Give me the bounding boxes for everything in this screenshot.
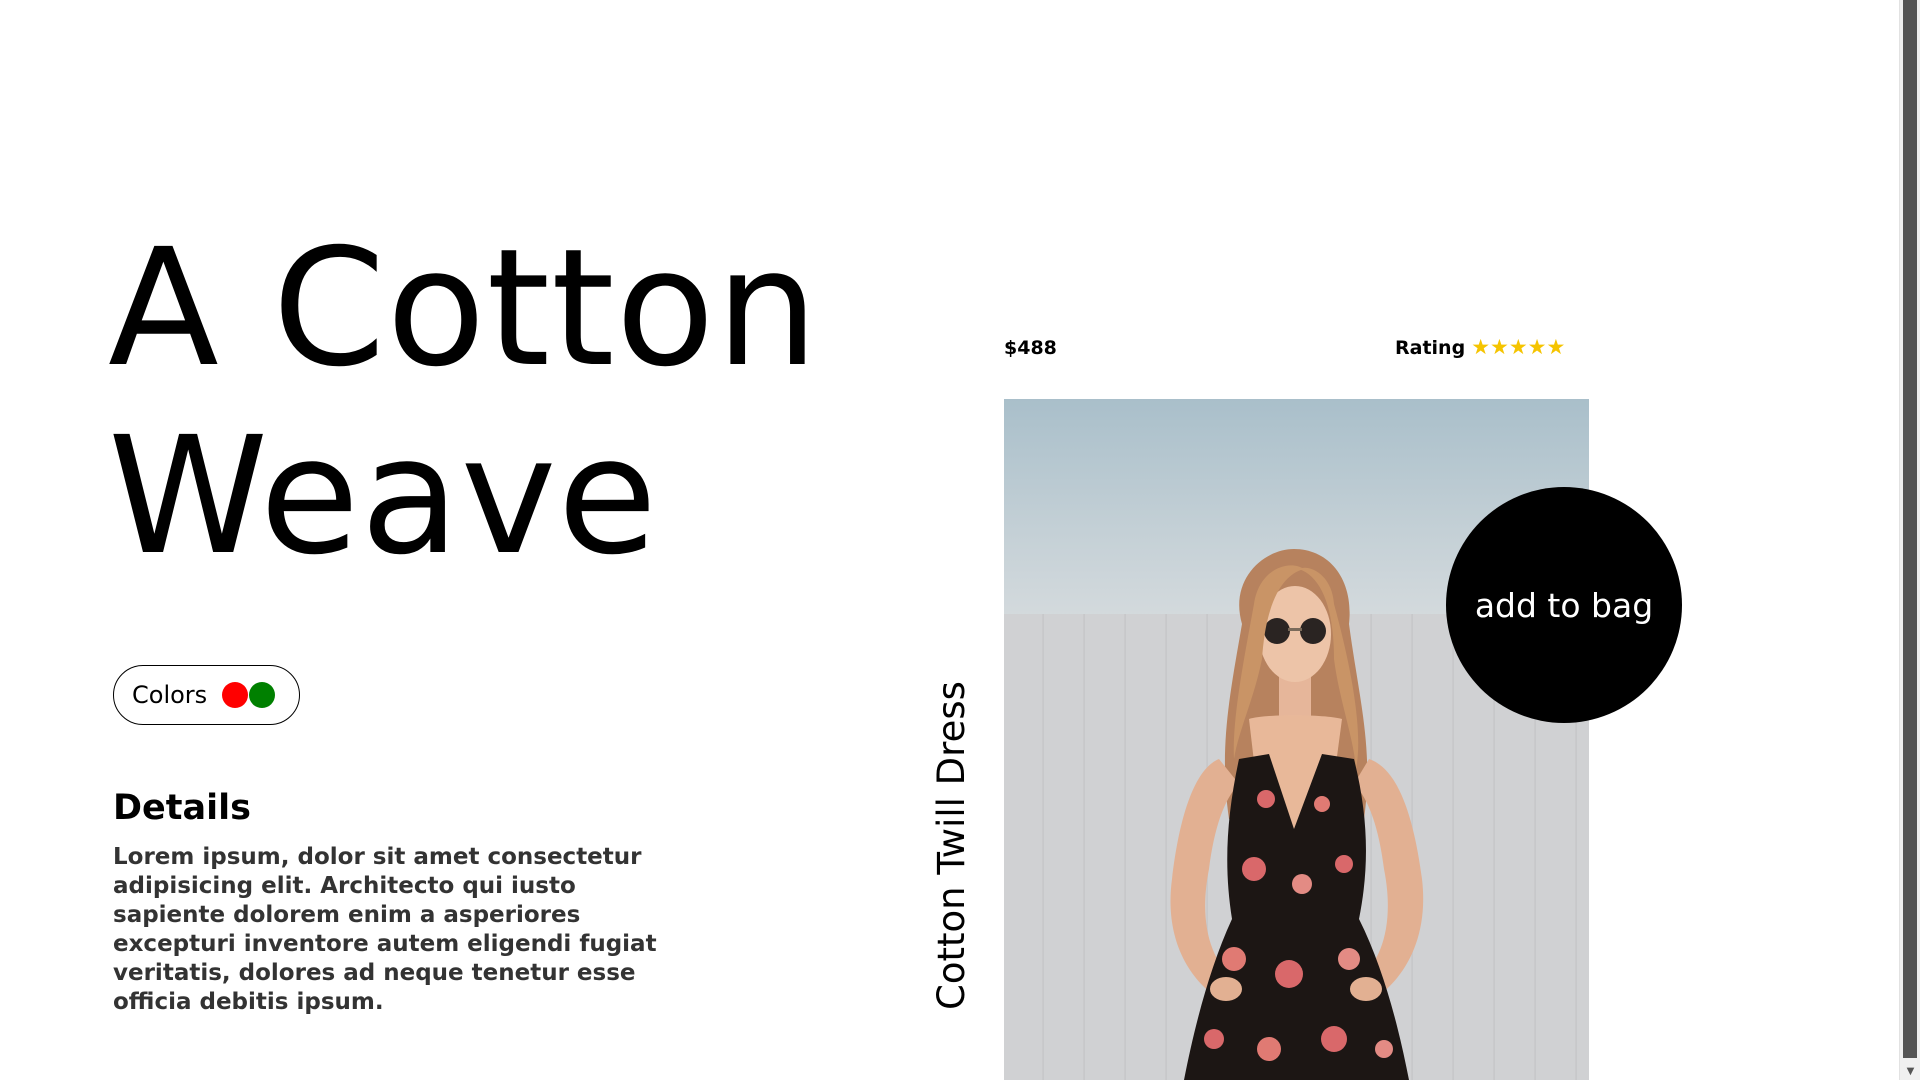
model-figure [1170,549,1424,1080]
hero-title: A Cotton Weave [108,215,968,591]
color-swatch-red[interactable] [222,682,249,708]
product-price: $488 [1004,337,1057,359]
product-photo [1004,399,1589,1080]
scroll-down-icon[interactable]: ▼ [1900,1062,1920,1080]
star-icon: ★ [1546,335,1566,359]
star-icon: ★ [1527,335,1547,359]
details-text: Lorem ipsum, dolor sit amet consectetur … [113,844,657,1015]
color-swatch-green[interactable] [249,682,276,708]
add-to-bag-button[interactable]: add to bag [1446,487,1682,723]
colors-label: Colors [132,681,208,709]
vertical-scrollbar[interactable]: ▲ ▼ [1899,0,1920,1080]
rating-stars: ★★★★★ [1471,337,1565,359]
product-rating: Rating ★★★★★ [1395,337,1565,360]
rating-label: Rating [1395,337,1466,359]
details-heading: Details [113,788,251,828]
product-name: Cotton Twill Dress [930,681,973,1010]
star-icon: ★ [1471,335,1491,359]
star-icon: ★ [1490,335,1509,359]
colors-selector[interactable]: Colors [113,665,300,725]
hero-title-line-2: Weave [108,403,659,591]
star-icon: ★ [1508,335,1528,359]
hero-title-line-1: A Cotton [108,215,820,403]
product-page: A Cotton Weave Colors Details Lorem ipsu… [0,0,1920,1080]
scrollbar-thumb[interactable] [1903,0,1917,1058]
